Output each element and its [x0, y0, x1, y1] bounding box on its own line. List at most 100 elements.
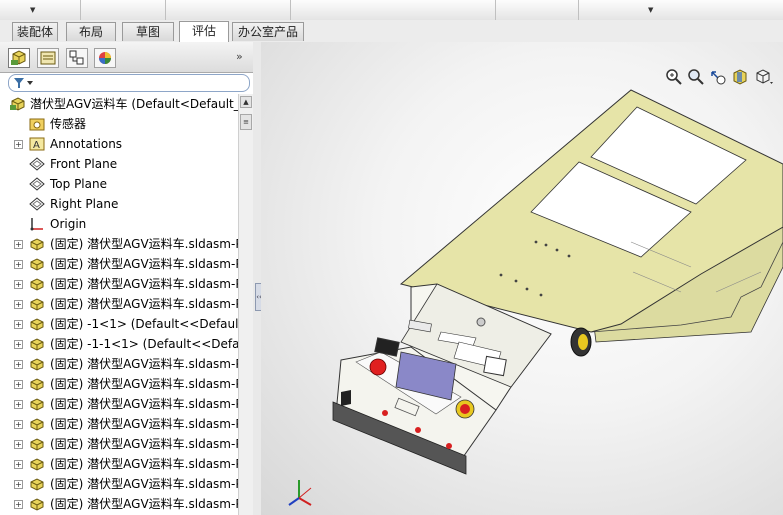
part-icon — [30, 418, 44, 431]
plane-icon — [29, 197, 45, 211]
tab-sketch[interactable]: 草图 — [122, 22, 174, 41]
tree-filter-box[interactable] — [8, 74, 250, 92]
svg-text:A: A — [33, 140, 40, 151]
expand-toggle-icon[interactable]: + — [14, 320, 23, 329]
tree-item-label: (固定) 潜伏型AGV运料车.sldasm-P — [50, 277, 238, 291]
graphics-viewport[interactable] — [261, 42, 783, 515]
tree-item[interactable]: Origin — [0, 214, 238, 234]
collapse-panel-button[interactable]: » — [236, 50, 243, 63]
tab-assembly[interactable]: 装配体 — [12, 22, 58, 41]
agv-3d-model[interactable] — [261, 42, 783, 515]
tree-scrollbar[interactable]: ▲ ≡ — [238, 94, 253, 515]
ribbon-separator — [290, 0, 291, 20]
tree-item-label: (固定) 潜伏型AGV运料车.sldasm-P — [50, 457, 238, 471]
scroll-up-button[interactable]: ▲ — [240, 96, 252, 108]
tree-item-label: (固定) -1<1> (Default<<Default> — [50, 317, 238, 331]
tree-item[interactable]: + (固定) 潜伏型AGV运料车.sldasm-P — [0, 234, 238, 254]
expand-toggle-icon[interactable]: + — [14, 440, 23, 449]
tree-item[interactable]: 传感器 — [0, 114, 238, 134]
tree-item-label: (固定) 潜伏型AGV运料车.sldasm-P — [50, 497, 238, 511]
part-icon — [30, 478, 44, 491]
expand-toggle-icon[interactable]: + — [14, 500, 23, 509]
tab-office-products[interactable]: 办公室产品 — [232, 22, 304, 41]
configuration-manager-tab[interactable] — [66, 48, 88, 68]
tree-item[interactable]: + (固定) 潜伏型AGV运料车.sldasm-P — [0, 354, 238, 374]
display-manager-tab[interactable] — [94, 48, 116, 68]
command-ribbon: ▼ ▼ — [0, 0, 783, 21]
tree-item[interactable]: + (固定) 潜伏型AGV运料车.sldasm-P — [0, 474, 238, 494]
tree-item-label: Right Plane — [50, 197, 119, 211]
tab-layout[interactable]: 布局 — [66, 22, 116, 41]
tree-item-label: (固定) -1-1<1> (Default<<Defau — [50, 337, 238, 351]
configuration-manager-icon — [69, 50, 84, 65]
tree-root-assembly[interactable]: 潜伏型AGV运料车 (Default<Default_ — [0, 94, 238, 114]
tree-item[interactable]: + (固定) -1-1<1> (Default<<Defau — [0, 334, 238, 354]
feature-manager-panel: » 潜伏型AGV运料车 (Default<Default_ 传感器 + A Annot… — [0, 42, 254, 515]
panel-splitter[interactable] — [253, 42, 261, 515]
axis-triad — [288, 480, 312, 506]
filter-icon — [14, 78, 33, 88]
origin-icon — [30, 218, 43, 231]
tree-item[interactable]: Front Plane — [0, 154, 238, 174]
expand-toggle-icon[interactable]: + — [14, 420, 23, 429]
expand-toggle-icon[interactable]: + — [14, 280, 23, 289]
tree-item-label: (固定) 潜伏型AGV运料车.sldasm-P — [50, 437, 238, 451]
tab-evaluate[interactable]: 评估 — [179, 21, 229, 42]
expand-toggle-icon[interactable]: + — [14, 260, 23, 269]
part-icon — [30, 378, 44, 391]
plane-icon — [29, 157, 45, 171]
expand-toggle-icon[interactable]: + — [14, 380, 23, 389]
tree-item-label: (固定) 潜伏型AGV运料车.sldasm-P — [50, 237, 238, 251]
tree-item[interactable]: + (固定) 潜伏型AGV运料车.sldasm-P — [0, 414, 238, 434]
tree-item[interactable]: + (固定) 潜伏型AGV运料车.sldasm-P — [0, 434, 238, 454]
tree-root-label: 潜伏型AGV运料车 (Default<Default_ — [30, 97, 238, 111]
feature-tree-icon — [11, 50, 26, 65]
tree-item-label: (固定) 潜伏型AGV运料车.sldasm-P — [50, 377, 238, 391]
part-icon — [30, 238, 44, 251]
sensor-folder-icon — [29, 118, 45, 131]
manager-tabs: » — [0, 42, 253, 73]
feature-manager-tab[interactable] — [8, 48, 30, 68]
tree-item[interactable]: Top Plane — [0, 174, 238, 194]
tree-item[interactable]: + (固定) 潜伏型AGV运料车.sldasm-P — [0, 274, 238, 294]
part-icon — [30, 338, 44, 351]
expand-toggle-icon[interactable]: + — [14, 460, 23, 469]
tree-item-label: Top Plane — [50, 177, 107, 191]
part-icon — [30, 298, 44, 311]
tree-item[interactable]: + (固定) 潜伏型AGV运料车.sldasm-P — [0, 254, 238, 274]
ribbon-separator — [80, 0, 81, 20]
tree-item[interactable]: + (固定) 潜伏型AGV运料车.sldasm-P — [0, 294, 238, 314]
expand-toggle-icon[interactable]: + — [14, 400, 23, 409]
dropdown-arrow-icon[interactable]: ▼ — [648, 6, 653, 14]
expand-toggle-icon[interactable]: + — [14, 360, 23, 369]
plane-icon — [29, 177, 45, 191]
ribbon-tabbar: 装配体 布局 草图 评估 办公室产品 — [0, 20, 783, 43]
tree-item-label: 传感器 — [50, 117, 87, 131]
expand-toggle-icon[interactable]: + — [14, 240, 23, 249]
expand-toggle-icon[interactable]: + — [14, 340, 23, 349]
tree-item[interactable]: + (固定) 潜伏型AGV运料车.sldasm-P — [0, 494, 238, 514]
tree-item-label: (固定) 潜伏型AGV运料车.sldasm-P — [50, 257, 238, 271]
tree-item[interactable]: Right Plane — [0, 194, 238, 214]
tree-item[interactable]: + A Annotations — [0, 134, 238, 154]
tree-item[interactable]: + (固定) -1<1> (Default<<Default> — [0, 314, 238, 334]
property-manager-tab[interactable] — [37, 48, 59, 68]
annotations-icon: A — [29, 137, 45, 151]
scroll-thumb[interactable]: ≡ — [240, 114, 252, 130]
dropdown-arrow-icon[interactable]: ▼ — [30, 6, 35, 14]
part-icon — [30, 278, 44, 291]
tree-item-label: Front Plane — [50, 157, 118, 171]
expand-toggle-icon[interactable]: + — [14, 300, 23, 309]
tree-item[interactable]: + (固定) 潜伏型AGV运料车.sldasm-P — [0, 374, 238, 394]
part-icon — [30, 258, 44, 271]
expand-toggle-icon[interactable]: + — [14, 480, 23, 489]
tree-item-label: (固定) 潜伏型AGV运料车.sldasm-P — [50, 297, 238, 311]
tree-item-label: (固定) 潜伏型AGV运料车.sldasm-P — [50, 417, 238, 431]
tree-item-label: Origin — [50, 217, 87, 231]
expand-toggle-icon[interactable]: + — [14, 140, 23, 149]
tree-item[interactable]: + (固定) 潜伏型AGV运料车.sldasm-P — [0, 394, 238, 414]
tree-item[interactable]: + (固定) 潜伏型AGV运料车.sldasm-P — [0, 454, 238, 474]
part-icon — [30, 358, 44, 371]
part-icon — [30, 318, 44, 331]
part-icon — [30, 458, 44, 471]
